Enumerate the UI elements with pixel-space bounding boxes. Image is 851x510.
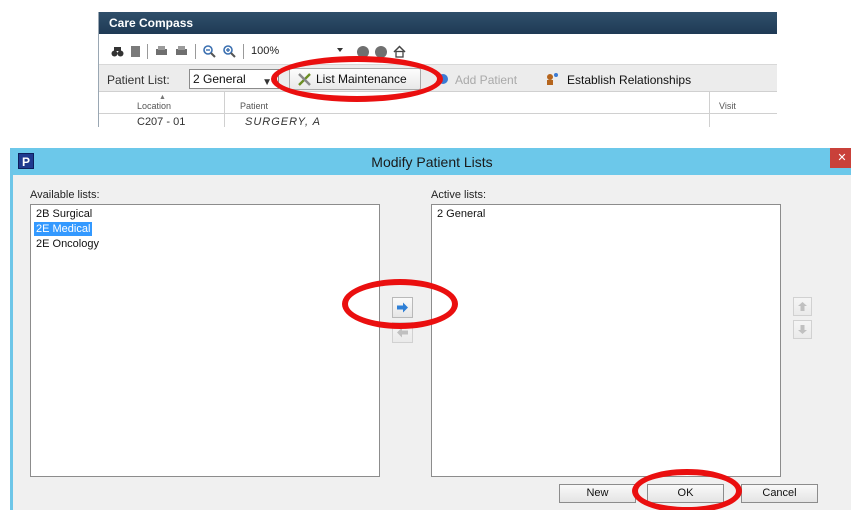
available-lists-box[interactable]: 2B Surgical 2E Medical 2E Oncology [30, 204, 380, 477]
chevron-down-icon[interactable] [337, 48, 343, 52]
list-item[interactable]: 2 General [435, 207, 487, 221]
dialog-title-bar[interactable]: P Modify Patient Lists ✕ [13, 148, 851, 175]
binoculars-icon[interactable] [111, 45, 124, 58]
document-icon[interactable] [129, 45, 142, 58]
toolbar-divider [195, 44, 196, 59]
chevron-down-icon[interactable]: ▼ [262, 74, 272, 92]
zoom-out-icon[interactable] [203, 45, 216, 58]
patient-list-label: Patient List: [107, 73, 170, 87]
toolbar-divider [243, 44, 244, 59]
arrow-right-icon [397, 302, 408, 313]
toolbar-divider [147, 44, 148, 59]
cancel-button[interactable]: Cancel [741, 484, 818, 503]
circle-icon[interactable] [375, 46, 387, 58]
zoom-level-select[interactable]: 100% [251, 43, 331, 60]
new-button[interactable]: New [559, 484, 636, 503]
patient-table-header: ▲ Location Patient Visit [99, 92, 777, 127]
row-patient: SURGERY, A [245, 116, 322, 127]
dialog-title: Modify Patient Lists [371, 154, 493, 170]
move-left-button[interactable] [392, 322, 413, 343]
list-maintenance-button[interactable]: List Maintenance [289, 68, 421, 90]
circle-icon[interactable] [357, 46, 369, 58]
print-preview-icon[interactable] [175, 45, 188, 58]
establish-relationships-button[interactable]: Establish Relationships [545, 73, 691, 87]
print-icon[interactable] [155, 45, 168, 58]
tools-icon [298, 73, 311, 86]
list-item[interactable]: 2E Oncology [34, 237, 101, 251]
care-compass-toolbar: 100% [99, 40, 777, 64]
ok-button[interactable]: OK [647, 484, 724, 503]
table-row[interactable]: C207 - 01 SURGERY, A [99, 116, 777, 127]
establish-relationships-label: Establish Relationships [567, 73, 692, 87]
arrow-left-icon [397, 327, 408, 338]
row-location: C207 - 01 [137, 116, 186, 127]
patient-list-select[interactable]: 2 General ▼ [189, 69, 279, 89]
modify-patient-lists-dialog: P Modify Patient Lists ✕ Available lists… [10, 148, 851, 510]
column-patient[interactable]: Patient [240, 101, 268, 111]
people-icon [547, 73, 558, 85]
column-visit[interactable]: Visit [719, 101, 736, 111]
active-lists-label: Active lists: [431, 189, 487, 201]
move-right-button[interactable] [392, 297, 413, 318]
screenshot-stage: Care Compass 100% Patient List: 2 Genera… [0, 0, 851, 510]
add-patient-label: Add Patient [455, 73, 518, 87]
available-lists-label: Available lists: [30, 189, 100, 201]
patient-list-bar: Patient List: 2 General ▼ List Maintenan… [99, 64, 777, 92]
care-compass-title: Care Compass [99, 12, 777, 34]
sort-ascending-icon[interactable]: ▲ [159, 94, 166, 101]
list-item-selected[interactable]: 2E Medical [34, 222, 93, 236]
zoom-in-icon[interactable] [223, 45, 236, 58]
add-patient-icon [438, 74, 448, 84]
move-up-button[interactable] [793, 297, 812, 316]
patient-list-value: 2 General [193, 72, 246, 86]
move-down-button[interactable] [793, 320, 812, 339]
column-location[interactable]: Location [137, 101, 171, 111]
active-lists-box[interactable]: 2 General [431, 204, 781, 477]
close-button[interactable]: ✕ [830, 148, 851, 168]
arrow-up-icon [798, 302, 807, 311]
list-maintenance-label: List Maintenance [316, 72, 407, 86]
add-patient-button[interactable]: Add Patient [437, 73, 517, 87]
care-compass-window: Care Compass 100% Patient List: 2 Genera… [98, 12, 777, 127]
list-item[interactable]: 2B Surgical [34, 207, 94, 221]
home-icon[interactable] [393, 45, 406, 58]
arrow-down-icon [798, 325, 807, 334]
